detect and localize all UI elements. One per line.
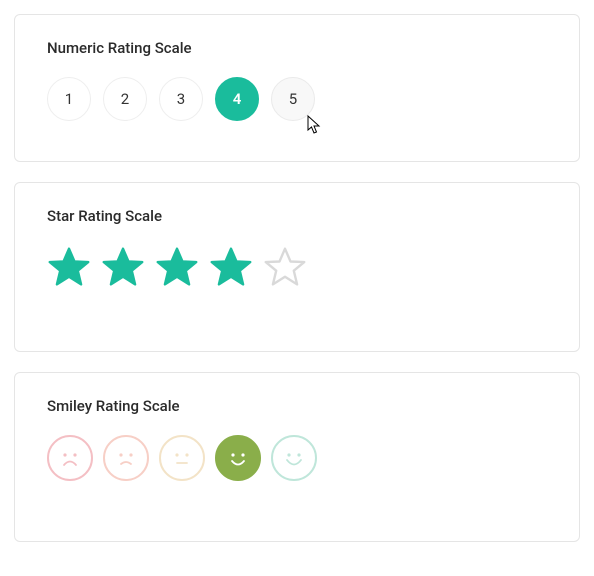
numeric-option-3-label: 3 [177, 90, 185, 108]
smiley-face-icon [111, 443, 141, 473]
star-rating-row [47, 245, 547, 293]
numeric-option-3[interactable]: 3 [159, 77, 203, 121]
star-rating-card: Star Rating Scale [14, 182, 580, 352]
numeric-rating-card: Numeric Rating Scale 1 2 3 4 5 [14, 14, 580, 162]
numeric-option-2[interactable]: 2 [103, 77, 147, 121]
star-icon [263, 245, 307, 289]
star-2[interactable] [101, 245, 145, 293]
star-4[interactable] [209, 245, 253, 293]
smiley-face-icon [55, 443, 85, 473]
numeric-option-1-label: 1 [65, 90, 73, 108]
star-1[interactable] [47, 245, 91, 293]
numeric-option-5[interactable]: 5 [271, 77, 315, 121]
smiley-rating-row [47, 435, 547, 481]
star-icon [155, 245, 199, 289]
star-icon [209, 245, 253, 289]
smiley-option-5[interactable] [271, 435, 317, 481]
star-3[interactable] [155, 245, 199, 293]
numeric-option-4[interactable]: 4 [215, 77, 259, 121]
smiley-rating-title: Smiley Rating Scale [47, 397, 547, 415]
numeric-option-4-label: 4 [233, 90, 242, 108]
smiley-face-icon [279, 443, 309, 473]
numeric-rating-row: 1 2 3 4 5 [47, 77, 547, 121]
star-icon [101, 245, 145, 289]
cursor-icon [307, 115, 323, 139]
numeric-option-2-label: 2 [121, 90, 129, 108]
star-icon [47, 245, 91, 289]
smiley-option-4[interactable] [215, 435, 261, 481]
numeric-option-5-label: 5 [289, 90, 297, 108]
smiley-option-2[interactable] [103, 435, 149, 481]
numeric-rating-title: Numeric Rating Scale [47, 39, 547, 57]
star-5[interactable] [263, 245, 307, 293]
smiley-option-1[interactable] [47, 435, 93, 481]
numeric-option-1[interactable]: 1 [47, 77, 91, 121]
smiley-option-3[interactable] [159, 435, 205, 481]
smiley-face-icon [223, 443, 253, 473]
star-rating-title: Star Rating Scale [47, 207, 547, 225]
smiley-face-icon [167, 443, 197, 473]
smiley-rating-card: Smiley Rating Scale [14, 372, 580, 542]
